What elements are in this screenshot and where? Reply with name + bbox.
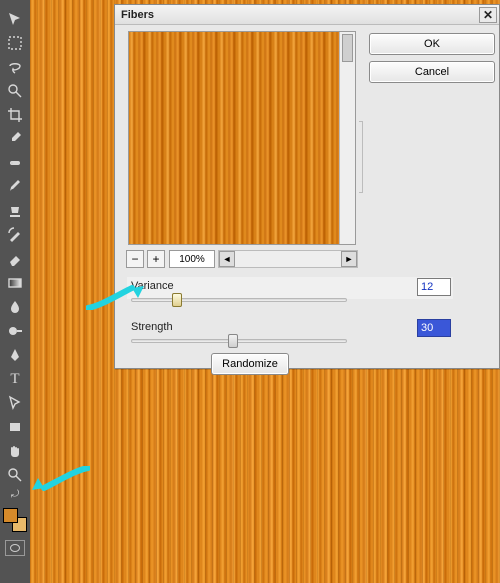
scrollbar-thumb[interactable] bbox=[342, 34, 353, 62]
eraser-tool[interactable] bbox=[4, 248, 26, 270]
zoom-out-button[interactable]: − bbox=[126, 250, 144, 268]
dialog-titlebar[interactable]: Fibers ✕ bbox=[115, 5, 499, 25]
panel-divider bbox=[359, 121, 363, 193]
tools-toolbar: T ⤾ bbox=[0, 0, 30, 583]
ok-button[interactable]: OK bbox=[369, 33, 495, 55]
preview-scrollbar[interactable] bbox=[339, 32, 355, 244]
variance-input[interactable] bbox=[417, 278, 451, 296]
gradient-tool[interactable] bbox=[4, 272, 26, 294]
brush-tool[interactable] bbox=[4, 176, 26, 198]
history-brush-tool[interactable] bbox=[4, 224, 26, 246]
dialog-title: Fibers bbox=[121, 9, 154, 21]
variance-slider[interactable] bbox=[131, 298, 347, 302]
eyedropper-tool[interactable] bbox=[4, 128, 26, 150]
strength-thumb[interactable] bbox=[228, 334, 238, 348]
annotation-arrow-swatch bbox=[30, 466, 90, 494]
path-select-tool[interactable] bbox=[4, 392, 26, 414]
clone-stamp-tool[interactable] bbox=[4, 200, 26, 222]
dodge-tool[interactable] bbox=[4, 320, 26, 342]
variance-param: Variance bbox=[131, 280, 347, 302]
rectangle-tool[interactable] bbox=[4, 416, 26, 438]
lasso-tool[interactable] bbox=[4, 56, 26, 78]
hand-tool[interactable] bbox=[4, 440, 26, 462]
fibers-dialog: Fibers ✕ − + 100% ◄ ► OK Cancel bbox=[114, 4, 500, 369]
zoom-tool[interactable] bbox=[4, 464, 26, 486]
strength-param: Strength bbox=[131, 321, 347, 343]
zoom-bar: − + 100% ◄ ► bbox=[126, 249, 358, 269]
crop-tool[interactable] bbox=[4, 104, 26, 126]
randomize-button[interactable]: Randomize bbox=[211, 353, 289, 375]
move-tool[interactable] bbox=[4, 8, 26, 30]
quickmask-button[interactable] bbox=[5, 540, 25, 556]
zoom-in-button[interactable]: + bbox=[147, 250, 165, 268]
annotation-arrow-variance bbox=[86, 282, 146, 310]
type-tool[interactable]: T bbox=[4, 368, 26, 390]
strength-input[interactable] bbox=[417, 319, 451, 337]
close-button[interactable]: ✕ bbox=[479, 7, 497, 23]
swap-colors-icon[interactable]: ⤾ bbox=[4, 488, 26, 502]
strength-label: Strength bbox=[131, 321, 173, 333]
zoom-scrollbar[interactable]: ◄ ► bbox=[218, 250, 358, 268]
scroll-right-icon[interactable]: ► bbox=[341, 251, 357, 267]
preview-image bbox=[129, 32, 355, 244]
zoom-value[interactable]: 100% bbox=[169, 250, 215, 268]
marquee-tool[interactable] bbox=[4, 32, 26, 54]
quick-select-tool[interactable] bbox=[4, 80, 26, 102]
variance-thumb[interactable] bbox=[172, 293, 182, 307]
blur-tool[interactable] bbox=[4, 296, 26, 318]
color-swatches[interactable] bbox=[3, 508, 27, 532]
strength-slider[interactable] bbox=[131, 339, 347, 343]
pen-tool[interactable] bbox=[4, 344, 26, 366]
cancel-button[interactable]: Cancel bbox=[369, 61, 495, 83]
foreground-swatch[interactable] bbox=[3, 508, 18, 523]
scroll-left-icon[interactable]: ◄ bbox=[219, 251, 235, 267]
spot-heal-tool[interactable] bbox=[4, 152, 26, 174]
filter-preview[interactable] bbox=[128, 31, 356, 245]
